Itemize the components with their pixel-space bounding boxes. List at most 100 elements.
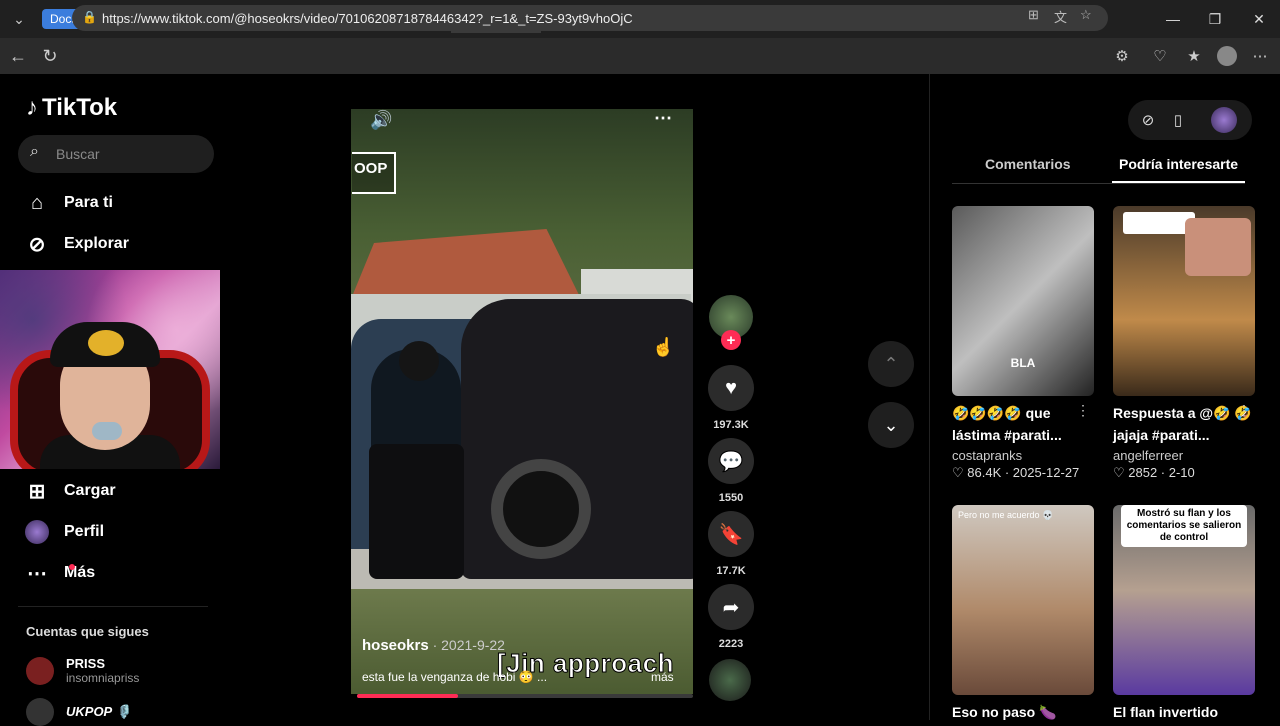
tab-divider <box>952 183 1245 184</box>
tiktok-note-icon: ♪ <box>26 94 38 121</box>
video-date: · 2021-9-22 <box>428 637 505 653</box>
video-caption: esta fue la venganza de hobi 😳 ... <box>362 670 548 684</box>
save-action[interactable]: 🔖 17.7K <box>707 511 755 577</box>
mouse-cursor-icon: ☝ <box>652 337 675 357</box>
nav-label: Perfil <box>64 523 105 540</box>
thumbnail-overlay-text: Pero no me acuerdo 💀 <box>958 510 1054 520</box>
logo-text: TikTok <box>42 94 118 121</box>
share-arrow-icon: ➦ <box>708 584 754 630</box>
profile-icon[interactable] <box>1215 44 1239 68</box>
card-user: angelferreer <box>1113 448 1184 463</box>
video-more-icon[interactable]: ⋯ <box>654 108 672 129</box>
webcam-overlay <box>0 270 220 469</box>
app-available-icon[interactable]: ⊞ <box>1028 7 1039 23</box>
avatar <box>26 698 54 726</box>
suggested-video-card[interactable]: Pero no me acuerdo 💀 Eso no paso 🍆 <box>952 505 1094 723</box>
suggested-video-card[interactable]: BLA ⋮ 🤣🤣🤣🤣 que lástima #parati... costap… <box>952 206 1094 481</box>
address-toolbar: ← ↻ <box>0 38 1280 74</box>
nav-explorar[interactable]: ⊘ Explorar <box>24 231 129 257</box>
compass-icon: ⊘ <box>28 233 46 256</box>
nav-label: Para ti <box>64 194 113 211</box>
following-account[interactable]: PRISS insomniapriss <box>26 656 139 685</box>
previous-video-button[interactable]: ⌃ <box>868 341 914 387</box>
card-more-icon[interactable]: ⋮ <box>1237 402 1251 419</box>
music-disc-icon[interactable] <box>709 659 751 701</box>
progress-fill <box>357 694 458 698</box>
profile-avatar-icon <box>24 519 50 545</box>
back-button[interactable]: ← <box>2 40 34 72</box>
account-handle: insomniapriss <box>66 671 140 685</box>
nav-perfil[interactable]: Perfil <box>24 519 104 545</box>
suggested-video-card[interactable]: Mostró su flan y los comentarios se sali… <box>1113 505 1255 723</box>
card-title: 🤣🤣🤣🤣 que lástima #parati... <box>952 405 1062 443</box>
reload-button[interactable]: ↻ <box>34 40 66 72</box>
search-placeholder: Buscar <box>56 146 100 162</box>
browser-essentials-icon[interactable]: ♡ <box>1148 44 1172 68</box>
card-user: costapranks <box>952 448 1023 463</box>
mobile-icon[interactable]: ▯ <box>1166 108 1190 132</box>
video-thumbnail: Pero no me acuerdo 💀 <box>952 505 1094 695</box>
video-player[interactable] <box>351 109 693 694</box>
video-thumbnail <box>1113 206 1255 396</box>
tab-list-button[interactable]: ⌄ <box>4 4 34 34</box>
nav-label: Explorar <box>64 235 129 252</box>
upload-plus-icon: ⊞ <box>28 480 46 503</box>
translate-icon[interactable]: 文 <box>1054 7 1067 26</box>
sidebar-divider <box>18 606 208 607</box>
favorites-icon[interactable]: ★ <box>1182 44 1206 68</box>
search-icon: ⌕ <box>30 143 39 160</box>
video-progress-bar[interactable] <box>357 694 693 698</box>
card-title: Respuesta a @🤣 🤣 jajaja #parati... <box>1113 405 1252 443</box>
author-name: hoseokrs <box>362 637 429 654</box>
caption-more-link[interactable]: más <box>651 670 674 684</box>
user-avatar[interactable] <box>1211 107 1237 133</box>
like-action[interactable]: ♥ 197.3K <box>707 365 755 431</box>
extensions-icon[interactable]: ⚙ <box>1110 44 1134 68</box>
comment-count: 1550 <box>718 492 744 504</box>
video-author[interactable]: hoseokrs · 2021-9-22 <box>362 637 505 654</box>
site-info-icon[interactable]: 🔒 <box>82 10 97 24</box>
thumbnail-overlay-text: BLA <box>1010 356 1036 370</box>
nav-para-ti[interactable]: ⌂ Para ti <box>24 190 113 216</box>
share-count: 2223 <box>718 638 744 650</box>
share-action[interactable]: ➦ 2223 <box>707 584 755 650</box>
url-bar[interactable]: 🔒 https://www.tiktok.com/@hoseokrs/video… <box>72 5 1108 31</box>
thumbnail-overlay-text: Mostró su flan y los comentarios se sali… <box>1121 505 1247 547</box>
close-window-button[interactable]: ✕ <box>1238 0 1280 38</box>
account-name: PRISS <box>66 656 106 671</box>
video-thumbnail: BLA <box>952 206 1094 396</box>
account-name: UKPOP 🎙️ <box>66 704 132 719</box>
url-text: https://www.tiktok.com/@hoseokrs/video/7… <box>102 10 633 26</box>
more-dots-icon: ⋯ <box>24 560 75 586</box>
card-stats: ♡ 2852 · 2-10 <box>1113 465 1195 480</box>
next-video-button[interactable]: ⌄ <box>868 402 914 448</box>
maximize-button[interactable]: ❐ <box>1194 0 1236 38</box>
following-title: Cuentas que sigues <box>26 624 149 639</box>
browser-menu-icon[interactable]: ⋯ <box>1248 44 1272 68</box>
following-account[interactable]: UKPOP 🎙️ <box>26 698 132 726</box>
suggested-video-card[interactable]: ⋮ Respuesta a @🤣 🤣 jajaja #parati... ang… <box>1113 206 1255 481</box>
tiktok-logo[interactable]: ♪ TikTok <box>26 94 117 122</box>
search-input[interactable]: ⌕ Buscar <box>18 135 214 173</box>
tab-podria-interesarte[interactable]: Podría interesarte <box>1119 156 1238 172</box>
nav-label: Cargar <box>64 482 116 499</box>
bookmark-icon: 🔖 <box>708 511 754 557</box>
volume-icon[interactable]: 🔊 <box>370 110 392 131</box>
comment-icon: 💬 <box>708 438 754 484</box>
minimize-button[interactable]: — <box>1152 0 1194 38</box>
active-tab-indicator <box>1112 181 1245 183</box>
comment-action[interactable]: 💬 1550 <box>707 438 755 504</box>
follow-plus-icon[interactable]: + <box>721 330 741 350</box>
save-count: 17.7K <box>716 565 746 577</box>
favorite-star-icon[interactable]: ☆ <box>1080 7 1092 23</box>
video-thumbnail: Mostró su flan y los comentarios se sali… <box>1113 505 1255 695</box>
compass-icon[interactable]: ⊘ <box>1136 108 1160 132</box>
avatar <box>26 656 54 685</box>
card-more-icon[interactable]: ⋮ <box>1076 402 1090 419</box>
nav-cargar[interactable]: ⊞ Cargar <box>24 478 116 504</box>
nav-mas[interactable]: ⋯ Más <box>24 560 95 586</box>
tab-comentarios[interactable]: Comentarios <box>985 156 1071 172</box>
card-stats: ♡ 86.4K · 2025-12-27 <box>952 465 1080 480</box>
video-watermark: OOP <box>352 152 396 194</box>
heart-icon: ♥ <box>708 365 754 411</box>
